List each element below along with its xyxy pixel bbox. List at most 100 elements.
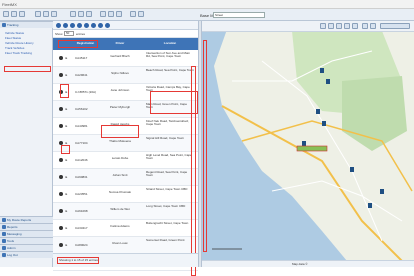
entries-label: entries xyxy=(76,32,86,36)
filter-icon[interactable] xyxy=(63,23,68,28)
eye-icon[interactable] xyxy=(59,56,63,60)
refresh-icon[interactable] xyxy=(56,23,61,28)
arrow-icon[interactable]: ► xyxy=(65,175,68,179)
sidebar-item-fleet-track[interactable]: Fleet Track Tracking xyxy=(5,51,32,55)
eye-icon[interactable] xyxy=(59,158,63,162)
map-status-bar: Map data © xyxy=(202,260,414,267)
search-icon[interactable] xyxy=(108,11,114,17)
vehicle-marker[interactable] xyxy=(316,109,320,114)
locate-icon[interactable] xyxy=(77,23,82,28)
arrow-icon[interactable]: ► xyxy=(65,73,68,77)
eye-icon[interactable] xyxy=(59,175,63,179)
sidebar-item-track-vehicles[interactable]: Track Vehicles xyxy=(5,46,24,50)
table-row[interactable]: ► CA45117 Gerhard Bloch Intersection of Sun… xyxy=(53,50,198,67)
vehicle-list-panel: Show 50 entries Registration Driver Loca… xyxy=(53,21,198,276)
eye-icon[interactable] xyxy=(59,107,63,111)
arrow-icon[interactable]: ► xyxy=(65,243,68,247)
zoom-in-icon[interactable] xyxy=(320,23,326,29)
accordion-label: My Route Reports xyxy=(7,218,32,222)
accordion-tools[interactable]: Tools xyxy=(0,237,53,244)
vehicle-marker[interactable] xyxy=(368,203,372,208)
refresh-icon[interactable] xyxy=(11,11,17,17)
driver-cell: Fatima Adams xyxy=(110,224,130,228)
arrow-icon[interactable]: ► xyxy=(65,158,68,162)
highlight-driver-cell xyxy=(101,125,139,138)
eye-icon[interactable] xyxy=(59,243,63,247)
table-row[interactable]: ► CA90831 Johan Smit Regent Road, Sea Point… xyxy=(53,169,198,186)
eye-icon[interactable] xyxy=(59,192,63,196)
selected-vehicle-label[interactable] xyxy=(296,145,328,152)
layers-icon[interactable] xyxy=(116,11,122,17)
vehicle-marker[interactable] xyxy=(350,167,354,172)
accordion-tracking[interactable]: Tracking xyxy=(0,21,53,28)
table-row[interactable]: ► CA33417 Fatima Adams Buitengracht Street,… xyxy=(53,220,198,237)
location-cell: Long Street, Cape Town CBD xyxy=(146,204,186,208)
pan-icon[interactable] xyxy=(86,11,92,17)
sidebar-item-route-history[interactable]: Vehicle Route History xyxy=(5,41,34,45)
driver-cell: Lerato Dube xyxy=(111,156,129,160)
zoom-in-icon[interactable] xyxy=(70,11,76,17)
sidebar-item-fleet-status[interactable]: Fleet Status xyxy=(5,36,21,40)
zone-icon[interactable] xyxy=(51,11,57,17)
arrow-icon[interactable]: ► xyxy=(65,107,68,111)
measure-icon[interactable] xyxy=(352,23,358,29)
registration-cell: CA45117 xyxy=(75,56,88,60)
eye-icon[interactable] xyxy=(59,124,63,128)
vehicle-marker[interactable] xyxy=(320,68,324,73)
table-row[interactable]: ► CA29641 Sipho Ndlovu Beach Road, Sea Poin… xyxy=(53,67,198,84)
columns-icon[interactable] xyxy=(91,23,96,28)
vehicle-marker[interactable] xyxy=(302,141,306,146)
export-icon[interactable] xyxy=(84,23,89,28)
pan-icon[interactable] xyxy=(336,23,342,29)
layers-icon[interactable] xyxy=(362,23,368,29)
tracking-icon xyxy=(2,23,6,27)
accordion-reports[interactable]: Reports xyxy=(0,223,53,230)
eye-icon[interactable] xyxy=(59,209,63,213)
home-icon[interactable] xyxy=(3,11,9,17)
measure-icon[interactable] xyxy=(100,11,106,17)
arrow-icon[interactable]: ► xyxy=(65,192,68,196)
highlight-show-entries xyxy=(58,40,98,48)
location-cell: Regent Road, Sea Point, Cape Town xyxy=(146,170,188,177)
sidebar-item-vehicle-status[interactable]: Vehicle Status xyxy=(5,31,24,35)
vehicle-marker[interactable] xyxy=(322,121,326,126)
arrow-icon[interactable]: ► xyxy=(65,124,68,128)
route-icon[interactable] xyxy=(43,11,49,17)
panel-toolbar xyxy=(53,21,198,30)
vehicle-icon[interactable] xyxy=(35,11,41,17)
driver-cell: Nomsa Khumalo xyxy=(108,190,132,194)
accordion-messaging[interactable]: Messaging xyxy=(0,230,53,237)
column-header-location[interactable]: Location xyxy=(146,41,194,45)
map-view[interactable] xyxy=(202,21,414,267)
accordion-my-route-reports[interactable]: My Route Reports xyxy=(0,216,53,223)
location-cell: High Level Road, Sea Point, Cape Town xyxy=(146,153,192,160)
map-type-select[interactable] xyxy=(380,23,410,29)
vehicle-marker[interactable] xyxy=(380,189,384,194)
print-icon[interactable] xyxy=(19,11,25,17)
table-row[interactable]: ► CA61098 Willem de Wet Long Street, Cape T… xyxy=(53,203,198,220)
fullscreen-icon[interactable] xyxy=(370,23,376,29)
arrow-icon[interactable]: ► xyxy=(65,226,68,230)
accordion-log-out[interactable]: Log Out xyxy=(0,251,53,258)
zoom-out-icon[interactable] xyxy=(328,23,334,29)
eye-icon[interactable] xyxy=(59,226,63,230)
driver-cell: Pieter Myburgh xyxy=(109,105,131,109)
settings-icon[interactable] xyxy=(105,23,110,28)
select-icon[interactable] xyxy=(344,23,350,29)
arrow-icon[interactable]: ► xyxy=(65,56,68,60)
settings-icon[interactable] xyxy=(130,11,136,17)
column-header-driver[interactable]: Driver xyxy=(101,41,139,45)
eye-icon[interactable] xyxy=(59,73,63,77)
arrow-icon[interactable]: ► xyxy=(65,209,68,213)
vehicle-marker[interactable] xyxy=(326,79,330,84)
print-icon[interactable] xyxy=(98,23,103,28)
table-row[interactable]: ► CA23551 Nomsa Khumalo Strand Street, Cape… xyxy=(53,186,198,203)
help-icon[interactable] xyxy=(138,11,144,17)
accordion-admin[interactable]: Admin xyxy=(0,244,53,251)
group-icon[interactable] xyxy=(70,23,75,28)
zoom-out-icon[interactable] xyxy=(78,11,84,17)
table-row[interactable]: ► CA12046 Lerato Dube High Level Road, Sea … xyxy=(53,152,198,169)
base-map-select[interactable]: Street xyxy=(213,12,265,18)
entries-select[interactable]: 50 xyxy=(64,31,74,36)
table-row[interactable]: ► CA80024 Ruan Louw Somerset Road, Green Po… xyxy=(53,237,198,254)
